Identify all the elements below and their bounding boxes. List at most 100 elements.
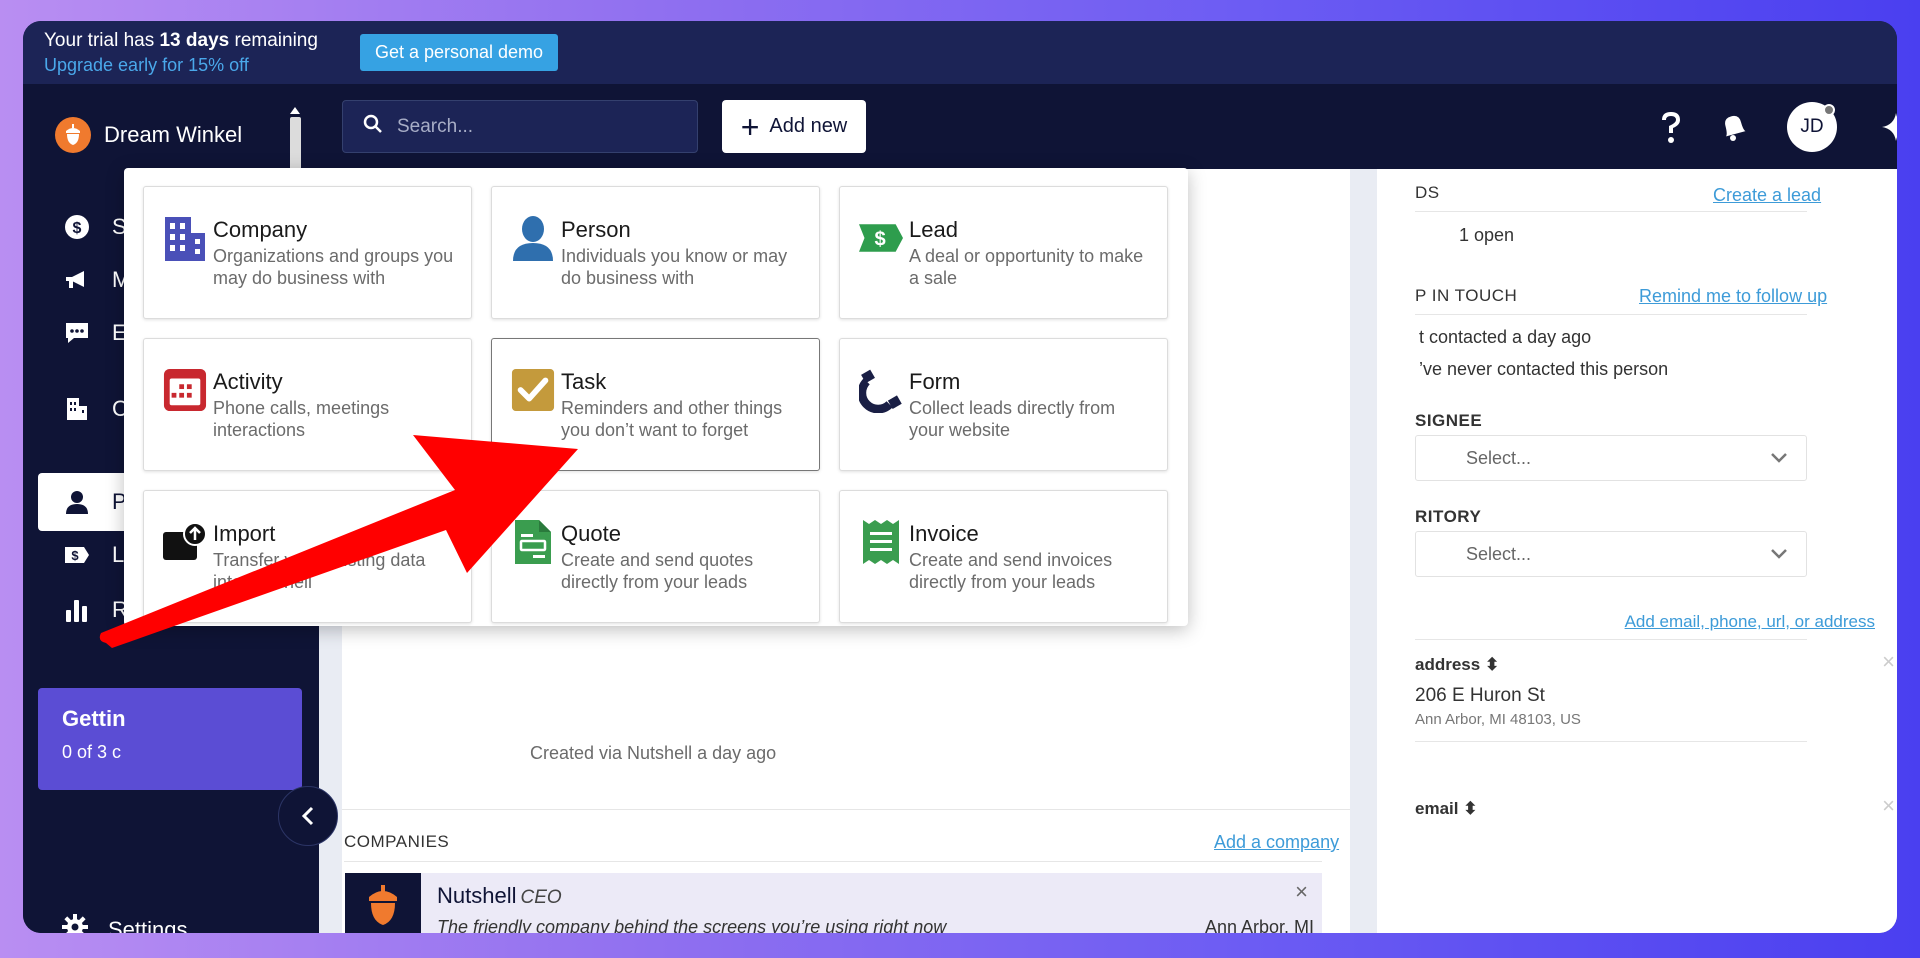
- sort-icon: ⬍: [1463, 799, 1478, 818]
- search-icon: [363, 114, 383, 139]
- keep-in-touch-header: P IN TOUCH: [1415, 286, 1518, 305]
- territory-placeholder: Select...: [1466, 543, 1532, 564]
- company-location: Ann Arbor, MI: [1204, 917, 1314, 933]
- getting-started-progress: 0 of 3 c: [62, 742, 122, 762]
- settings-label: Settings: [108, 917, 188, 933]
- option-title: Activity: [213, 369, 283, 394]
- add-form-option[interactable]: Form Collect leads directly from your we…: [839, 338, 1168, 471]
- option-title: Form: [909, 369, 961, 394]
- notifications-bell-icon[interactable]: [1709, 102, 1759, 152]
- address-line2: Ann Arbor, MI 48103, US: [1415, 711, 1581, 728]
- option-description: Create and send invoices directly from y…: [909, 550, 1113, 592]
- chevron-down-icon: [1770, 448, 1788, 469]
- option-title: Company: [213, 217, 308, 242]
- option-title: Invoice: [909, 521, 979, 546]
- remind-follow-up-link[interactable]: Remind me to follow up: [1639, 286, 1827, 307]
- gear-icon: [62, 914, 88, 933]
- add-task-option[interactable]: Task Reminders and other things you don’…: [491, 338, 820, 471]
- person-icon: [62, 487, 92, 517]
- megaphone-icon: [62, 265, 92, 295]
- search-input[interactable]: [397, 115, 677, 138]
- add-import-option[interactable]: Import Transfer your existing data into …: [143, 490, 472, 623]
- email-label: email ⬍: [1415, 799, 1478, 818]
- divider: [344, 861, 1322, 862]
- personal-demo-button[interactable]: Get a personal demo: [359, 34, 559, 71]
- activity-calendar-icon: [163, 368, 207, 412]
- company-building-icon: [163, 216, 207, 261]
- add-activity-option[interactable]: Activity Phone calls, meetings interacti…: [143, 338, 472, 471]
- company-row[interactable]: Nutshell CEO The friendly company behind …: [345, 873, 1322, 933]
- option-description: Organizations and groups you may do busi…: [213, 246, 454, 288]
- remove-address-icon[interactable]: ×: [1882, 649, 1895, 675]
- app-window: Your trial has 13 days remaining Upgrade…: [23, 21, 1897, 933]
- sort-icon: ⬍: [1484, 655, 1500, 674]
- leads-header: DS: [1415, 183, 1440, 202]
- status-dot: [1823, 104, 1835, 116]
- company-description: The friendly company behind the screens …: [437, 917, 947, 933]
- task-check-icon: [511, 368, 555, 412]
- collapse-sidebar-button[interactable]: [278, 786, 338, 846]
- sidebar-item-settings[interactable]: Settings: [38, 914, 188, 933]
- option-title: Lead: [909, 217, 958, 242]
- lead-tag-icon: $: [62, 540, 92, 570]
- person-icon: [511, 216, 555, 261]
- add-quote-option[interactable]: Quote Create and send quotes directly fr…: [491, 490, 820, 623]
- remove-company-icon[interactable]: ×: [1295, 879, 1308, 905]
- svg-text:$: $: [73, 220, 82, 237]
- leads-open-count[interactable]: 1 open: [1459, 225, 1514, 246]
- option-title: Import: [213, 521, 276, 546]
- scroll-thumb[interactable]: [289, 117, 301, 172]
- import-upload-icon: [163, 520, 207, 564]
- getting-started-card[interactable]: Gettin 0 of 3 c: [38, 688, 302, 790]
- option-title: Quote: [561, 521, 621, 546]
- plus-icon: +: [740, 108, 760, 145]
- magnet-icon: [859, 368, 903, 413]
- avatar[interactable]: JD: [1787, 102, 1837, 152]
- option-description: Individuals you know or may do business …: [561, 246, 788, 288]
- address-label: address ⬍: [1415, 655, 1500, 674]
- add-invoice-option[interactable]: Invoice Create and send invoices directl…: [839, 490, 1168, 623]
- add-person-option[interactable]: Person Individuals you know or may do bu…: [491, 186, 820, 319]
- quote-document-icon: [511, 520, 555, 564]
- getting-started-title: Gettin: [62, 706, 126, 731]
- chevron-down-icon: [1770, 544, 1788, 565]
- chat-icon: [62, 318, 92, 348]
- upgrade-link[interactable]: Upgrade early for 15% off: [44, 53, 318, 78]
- option-description: Create and send quotes directly from you…: [561, 550, 754, 592]
- remove-email-icon[interactable]: ×: [1882, 793, 1895, 819]
- top-bar: + Add new JD: [319, 84, 1897, 169]
- brand[interactable]: Dream Winkel: [55, 117, 242, 153]
- lead-dollar-icon: $: [859, 216, 903, 260]
- option-description: Reminders and other things you don’t wan…: [561, 398, 783, 440]
- divider: [342, 809, 1350, 810]
- last-contacted-text: t contacted a day ago: [1419, 327, 1592, 347]
- add-new-button[interactable]: + Add new: [722, 100, 866, 153]
- svg-text:$: $: [874, 228, 885, 250]
- option-description: Transfer your existing data into Nutshel…: [213, 550, 426, 592]
- option-title: Task: [561, 369, 607, 394]
- address-line1: 206 E Huron St: [1415, 685, 1545, 706]
- acorn-logo-icon: [55, 117, 91, 153]
- add-company-link[interactable]: Add a company: [1214, 832, 1339, 853]
- option-description: A deal or opportunity to make a sale: [909, 246, 1144, 288]
- territory-select[interactable]: Select...: [1415, 531, 1807, 577]
- create-lead-link[interactable]: Create a lead: [1713, 185, 1821, 206]
- add-lead-option[interactable]: $ Lead A deal or opportunity to make a s…: [839, 186, 1168, 319]
- search-box[interactable]: [342, 100, 698, 153]
- add-new-label: Add new: [769, 115, 848, 137]
- person-side-pane: DS Create a lead 1 open P IN TOUCH Remin…: [1377, 169, 1897, 933]
- sparkle-icon[interactable]: [1871, 102, 1897, 152]
- divider: [1415, 211, 1807, 212]
- scroll-up-icon[interactable]: [290, 107, 300, 114]
- dollar-circle-icon: $: [62, 212, 92, 242]
- add-company-option[interactable]: Company Organizations and groups you may…: [143, 186, 472, 319]
- brand-name: Dream Winkel: [104, 122, 243, 147]
- add-contact-info-link[interactable]: Add email, phone, url, or address: [1625, 612, 1875, 632]
- territory-header: RITORY: [1415, 507, 1482, 526]
- invoice-receipt-icon: [859, 520, 903, 564]
- help-icon[interactable]: [1646, 102, 1696, 152]
- created-info: Created via Nutshell a day ago: [530, 743, 777, 763]
- never-contacted-text: ’ve never contacted this person: [1419, 359, 1669, 379]
- option-title: Person: [561, 217, 631, 242]
- assignee-select[interactable]: Select...: [1415, 435, 1807, 481]
